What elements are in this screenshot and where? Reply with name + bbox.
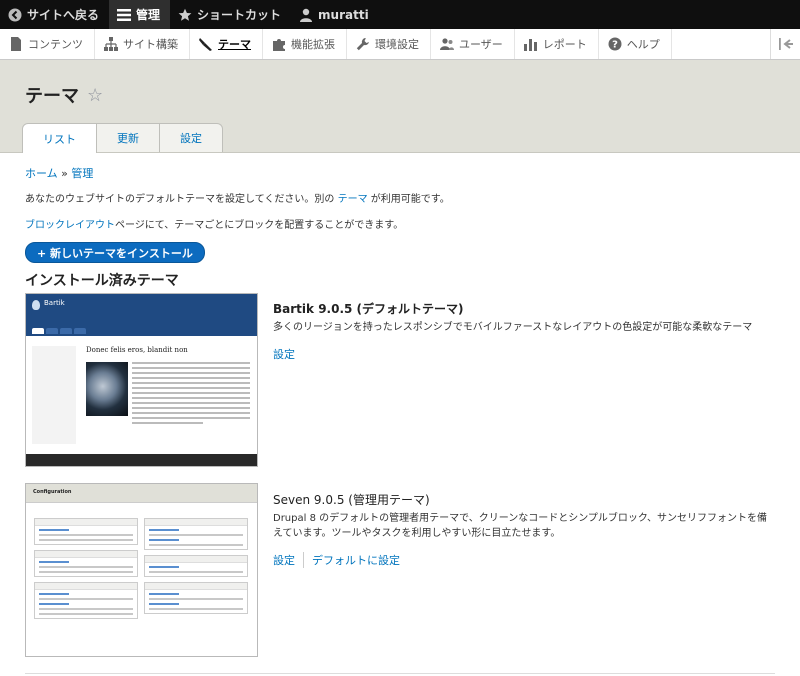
seven-shot-left-column <box>34 518 138 624</box>
bartik-shot-footer <box>26 454 257 466</box>
people-icon <box>440 37 454 51</box>
tray-item-label: 機能拡張 <box>291 38 335 51</box>
wrench-icon <box>356 37 370 51</box>
tray-item-people[interactable]: ユーザー <box>431 29 515 59</box>
admin-tray: コンテンツ サイト構築 テーマ 機能拡張 環境設定 ユーザー レポート ? ヘル… <box>0 29 800 60</box>
tab-settings[interactable]: 設定 <box>159 123 223 152</box>
seven-shot-header: Configuration <box>26 484 257 503</box>
tray-item-reports[interactable]: レポート <box>515 29 599 59</box>
help-text: あなたのウェブサイトのデフォルトテーマを設定してください。別の <box>25 194 335 205</box>
install-new-theme-button[interactable]: + 新しいテーマをインストール <box>25 242 205 263</box>
tray-orientation-toggle[interactable] <box>770 29 800 59</box>
help-text-default-theme: あなたのウェブサイトのデフォルトテーマを設定してください。別の テーマ が利用可… <box>25 190 775 205</box>
shortcuts-button[interactable]: ショートカット <box>170 0 291 29</box>
question-icon: ? <box>608 37 622 51</box>
theme-version: 9.0.5 (デフォルトテーマ) <box>318 302 464 316</box>
bartik-name: Bartik 9.0.5 (デフォルトテーマ) <box>273 300 773 317</box>
seven-settings-link[interactable]: 設定 <box>273 552 303 568</box>
seven-description: Drupal 8 のデフォルトの管理者用テーマで、クリーンなコードとシンプルブロ… <box>273 513 768 539</box>
bartik-shot-article-title: Donec felis eros, blandit non <box>86 346 188 354</box>
breadcrumb: ホーム » 管理 <box>25 165 775 181</box>
bartik-shot-header: Bartik <box>26 294 257 336</box>
page-title-text: テーマ <box>25 86 79 107</box>
tab-list[interactable]: リスト <box>22 123 97 153</box>
bartik-info: Bartik 9.0.5 (デフォルトテーマ) 多くのリージョンを持ったレスポン… <box>273 300 773 362</box>
user-icon <box>299 8 313 22</box>
shortcuts-label: ショートカット <box>197 8 282 22</box>
bartik-settings-link[interactable]: 設定 <box>273 346 303 362</box>
drupal-drop-icon <box>32 300 40 310</box>
manage-label: 管理 <box>136 8 161 22</box>
add-shortcut-star-icon[interactable]: ☆ <box>87 85 103 106</box>
back-arrow-icon <box>8 8 22 22</box>
bartik-screenshot: Bartik Donec felis eros, blandit non <box>25 293 258 467</box>
tray-item-config[interactable]: 環境設定 <box>347 29 431 59</box>
help-text: が利用可能です。 <box>370 194 450 205</box>
back-to-site-button[interactable]: サイトへ戻る <box>0 0 109 29</box>
tray-item-content[interactable]: コンテンツ <box>0 29 95 59</box>
seven-screenshot: Configuration <box>25 483 258 657</box>
sitemap-icon <box>104 37 118 51</box>
themes-link[interactable]: テーマ <box>338 194 368 205</box>
tray-item-appearance[interactable]: テーマ <box>190 29 263 59</box>
primary-tabs: リスト 更新 設定 <box>22 123 223 153</box>
bartik-shot-nav <box>32 328 86 334</box>
page-title: テーマ ☆ <box>25 82 103 108</box>
seven-shot-right-column <box>144 518 248 619</box>
bartik-shot-earth-image <box>86 362 128 416</box>
seven-set-default-link[interactable]: デフォルトに設定 <box>303 552 408 568</box>
tray-item-label: サイト構築 <box>123 38 178 51</box>
theme-name-text: Seven <box>273 493 311 507</box>
seven-info: Seven 9.0.5 (管理用テーマ) Drupal 8 のデフォルトの管理者… <box>273 491 773 568</box>
file-icon <box>9 37 23 51</box>
theme-name-text: Bartik <box>273 302 314 316</box>
top-toolbar: サイトへ戻る 管理 ショートカット muratti <box>0 0 800 29</box>
svg-text:?: ? <box>612 40 618 51</box>
bartik-shot-sidebar <box>32 346 76 444</box>
installed-themes-heading: インストール済みテーマ <box>25 273 179 289</box>
manage-button[interactable]: 管理 <box>109 0 171 29</box>
bartik-shot-text-lines <box>132 362 250 427</box>
puzzle-icon <box>272 37 286 51</box>
main-content: ホーム » 管理 あなたのウェブサイトのデフォルトテーマを設定してください。別の… <box>0 165 800 290</box>
tray-item-extend[interactable]: 機能拡張 <box>263 29 347 59</box>
help-text-block-layout: ブロックレイアウトページにて、テーマごとにブロックを配置することができます。 <box>25 216 775 231</box>
menu-icon <box>117 8 132 22</box>
tray-item-label: コンテンツ <box>28 38 83 51</box>
user-button[interactable]: muratti <box>291 0 379 29</box>
tray-item-label: レポート <box>542 38 587 51</box>
help-text: ページにて、テーマごとにブロックを配置することができます。 <box>115 220 404 231</box>
bartik-shot-site-name: Bartik <box>44 299 65 307</box>
seven-links: 設定 デフォルトに設定 <box>273 552 773 568</box>
bar-chart-icon <box>523 37 538 51</box>
tray-item-label: ヘルプ <box>626 38 660 51</box>
paintbrush-icon <box>199 37 213 51</box>
divider <box>25 673 775 674</box>
seven-shot-title: Configuration <box>33 489 72 495</box>
breadcrumb-separator: » <box>61 167 68 180</box>
tab-update[interactable]: 更新 <box>96 123 160 152</box>
tray-item-structure[interactable]: サイト構築 <box>95 29 190 59</box>
tray-item-help[interactable]: ? ヘルプ <box>599 29 672 59</box>
bartik-shot-body: Donec felis eros, blandit non <box>26 336 257 462</box>
theme-version: 9.0.5 (管理用テーマ) <box>313 493 430 507</box>
breadcrumb-admin-link[interactable]: 管理 <box>71 167 93 180</box>
tray-item-label: 環境設定 <box>375 38 419 51</box>
star-icon <box>178 8 192 22</box>
bartik-description: 多くのリージョンを持ったレスポンシブでモバイルファーストなレイアウトの色設定が可… <box>273 322 753 333</box>
tray-item-label: テーマ <box>218 38 251 51</box>
seven-name: Seven 9.0.5 (管理用テーマ) <box>273 491 773 508</box>
collapse-left-icon <box>778 35 793 54</box>
tray-item-label: ユーザー <box>459 38 503 51</box>
page-header: テーマ ☆ リスト 更新 設定 <box>0 60 800 153</box>
bartik-links: 設定 <box>273 346 773 362</box>
back-to-site-label: サイトへ戻る <box>27 8 100 22</box>
block-layout-link[interactable]: ブロックレイアウト <box>25 220 115 231</box>
breadcrumb-home-link[interactable]: ホーム <box>25 167 58 180</box>
user-label: muratti <box>318 7 369 22</box>
